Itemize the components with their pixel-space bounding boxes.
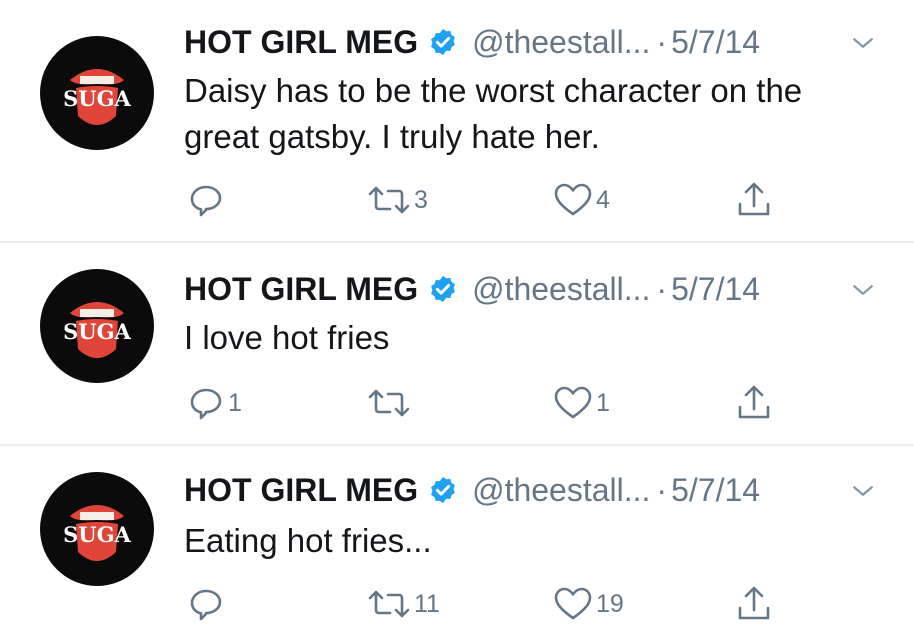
- display-name[interactable]: HOT GIRL MEG: [184, 24, 418, 61]
- heart-icon: [554, 587, 592, 620]
- tweet-date[interactable]: 5/7/14: [671, 24, 760, 61]
- share-icon: [738, 385, 770, 419]
- heart-icon: [554, 386, 592, 419]
- tweet-text: Daisy has to be the worst character on t…: [184, 72, 803, 155]
- tweet[interactable]: SUGA HOT GIRL MEG @theestall... · 5/7/14…: [0, 243, 914, 445]
- retweet-icon: [368, 389, 410, 417]
- separator-dot: ·: [656, 471, 668, 508]
- like-button[interactable]: 1: [552, 383, 610, 423]
- verified-badge-icon: [431, 28, 455, 56]
- retweet-count: 11: [414, 589, 440, 618]
- tweet-header: HOT GIRL MEG @theestall... · 5/7/14: [184, 466, 760, 514]
- reply-count: 1: [228, 388, 242, 417]
- tweet-actions: 11 19: [0, 584, 914, 624]
- reply-button[interactable]: 1: [186, 383, 242, 423]
- avatar[interactable]: SUGA: [40, 472, 154, 586]
- tweet-date[interactable]: 5/7/14: [671, 472, 760, 509]
- reply-icon: [190, 185, 222, 217]
- retweet-button[interactable]: 11: [366, 584, 440, 624]
- tweet-actions: 3 4: [0, 180, 914, 220]
- display-name[interactable]: HOT GIRL MEG: [184, 472, 418, 509]
- reply-icon: [190, 589, 222, 621]
- tweet[interactable]: SUGA HOT GIRL MEG @theestall... · 5/7/14…: [0, 0, 914, 242]
- tweet-actions: 1 1: [0, 383, 914, 423]
- share-icon: [738, 586, 770, 620]
- avatar[interactable]: SUGA: [40, 269, 154, 383]
- reply-icon: [190, 388, 222, 420]
- tweet-text: Eating hot fries...: [184, 522, 432, 559]
- tweet-header: HOT GIRL MEG @theestall... · 5/7/14: [184, 18, 760, 66]
- retweet-count: 3: [414, 185, 428, 214]
- chevron-down-icon[interactable]: [848, 275, 878, 305]
- verified-badge-icon: [431, 275, 455, 303]
- avatar-label: SUGA: [63, 522, 131, 547]
- share-button[interactable]: [734, 383, 774, 423]
- reply-button[interactable]: [186, 180, 228, 220]
- avatar[interactable]: SUGA: [40, 36, 154, 150]
- retweet-button[interactable]: [366, 383, 414, 423]
- tweet[interactable]: SUGA HOT GIRL MEG @theestall... · 5/7/14…: [0, 446, 914, 638]
- user-handle[interactable]: @theestall...: [472, 24, 650, 61]
- user-handle[interactable]: @theestall...: [472, 472, 650, 509]
- like-count: 19: [596, 589, 624, 618]
- retweet-icon: [368, 186, 410, 214]
- chevron-down-icon[interactable]: [848, 476, 878, 506]
- share-button[interactable]: [734, 584, 774, 624]
- separator-dot: ·: [656, 23, 668, 60]
- share-button[interactable]: [734, 180, 774, 220]
- avatar-label: SUGA: [63, 319, 131, 344]
- like-button[interactable]: 19: [552, 584, 624, 624]
- retweet-icon: [368, 590, 410, 618]
- share-icon: [738, 182, 770, 216]
- avatar-label: SUGA: [63, 86, 131, 111]
- like-count: 4: [596, 185, 610, 214]
- separator-dot: ·: [656, 270, 668, 307]
- like-button[interactable]: 4: [552, 180, 610, 220]
- like-count: 1: [596, 388, 610, 417]
- user-handle[interactable]: @theestall...: [472, 271, 650, 308]
- verified-badge-icon: [431, 476, 455, 504]
- heart-icon: [554, 183, 592, 216]
- retweet-button[interactable]: 3: [366, 180, 428, 220]
- tweet-header: HOT GIRL MEG @theestall... · 5/7/14: [184, 265, 760, 313]
- display-name[interactable]: HOT GIRL MEG: [184, 271, 418, 308]
- tweet-date[interactable]: 5/7/14: [671, 271, 760, 308]
- reply-button[interactable]: [186, 584, 228, 624]
- tweet-text: I love hot fries: [184, 319, 390, 356]
- chevron-down-icon[interactable]: [848, 28, 878, 58]
